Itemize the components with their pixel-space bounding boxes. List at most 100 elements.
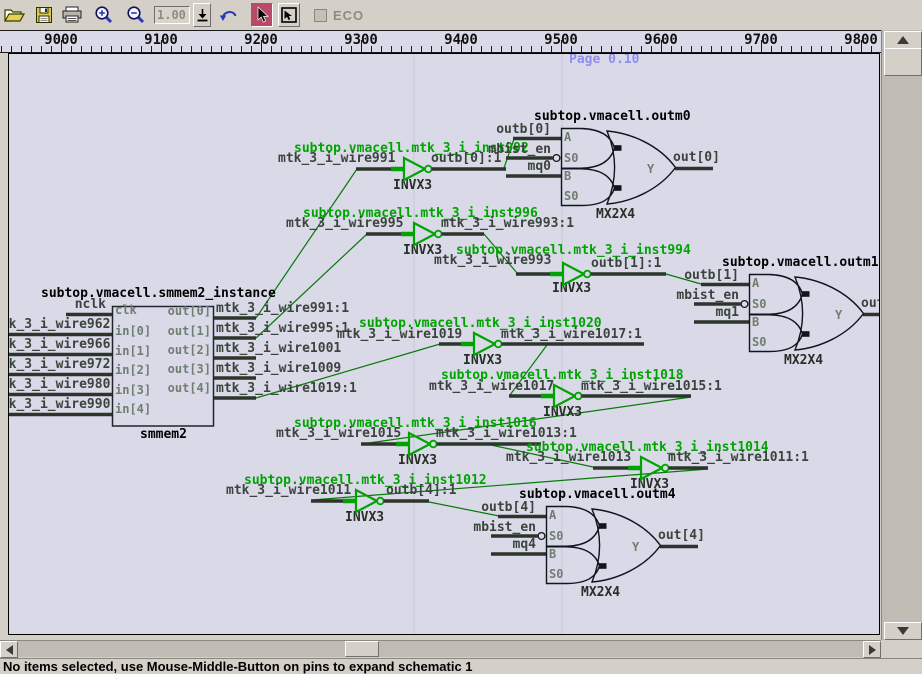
mux-pin[interactable]: A [752, 276, 760, 290]
scroll-up-button[interactable] [884, 31, 922, 49]
mux-pin[interactable]: Y [647, 162, 655, 176]
net-label[interactable]: mbist_en [676, 288, 739, 303]
block-pin[interactable]: out[4] [168, 381, 211, 395]
net-label[interactable]: mtk_3_i_wire990 [9, 397, 111, 412]
inverter-bubble[interactable] [435, 231, 442, 238]
mux-pin[interactable]: A [549, 508, 557, 522]
net-label[interactable]: mtk_3_i_wire972 [9, 357, 110, 372]
net-label[interactable]: nclk [75, 297, 106, 312]
net-label[interactable]: out[4] [658, 528, 705, 543]
schematic-canvas[interactable]: Page 0.10 subtop.vmacell.smmem2_instance… [8, 53, 880, 635]
scroll-left-button[interactable] [0, 641, 18, 658]
mux-pin[interactable]: S0 [752, 335, 766, 349]
net-label[interactable]: mtk_3_i_wire962 [9, 317, 110, 332]
net-label[interactable]: mtk_3_i_wire993:1 [441, 216, 574, 231]
inverter-bubble[interactable] [584, 271, 591, 278]
net-label[interactable]: mtk_3_i_wire991:1 [216, 301, 349, 316]
mux-pin[interactable]: Y [835, 308, 843, 322]
net-label[interactable]: outb[1] [684, 268, 739, 283]
mux-pin[interactable]: S0 [564, 189, 578, 203]
mux-s0-bubble[interactable] [553, 155, 560, 162]
undo-button[interactable] [217, 3, 241, 27]
mux-pin[interactable]: B [752, 315, 759, 329]
scroll-right-button[interactable] [863, 641, 881, 658]
net-label[interactable]: mtk_3_i_wire991 [278, 151, 396, 166]
net-label[interactable]: mtk_3_i_wire1019 [337, 327, 462, 342]
trace-pointer-button[interactable] [278, 3, 300, 27]
zoom-in-button[interactable] [92, 3, 116, 27]
mux-pin[interactable]: S0 [549, 529, 563, 543]
mux-or-body[interactable] [795, 277, 864, 350]
inverter-symbol[interactable] [641, 457, 662, 479]
net-label[interactable]: out[0] [673, 150, 720, 165]
net-label[interactable]: mtk_3_i_wire1017 [429, 379, 554, 394]
zoom-out-button[interactable] [124, 3, 148, 27]
net-label[interactable]: mtk_3_i_wire1013 [506, 450, 631, 465]
block-pin[interactable]: out[2] [168, 343, 211, 357]
inverter-symbol[interactable] [356, 490, 377, 512]
net-label[interactable]: mq1 [716, 305, 740, 320]
mux-pin[interactable]: B [549, 547, 556, 561]
instance-title[interactable]: subtop.vmacell.outm1 [722, 255, 879, 270]
mux-or-body[interactable] [592, 509, 661, 582]
vertical-scroll-thumb[interactable] [884, 48, 922, 76]
block-pin[interactable]: out[0] [168, 304, 211, 318]
block-pin[interactable]: in[0] [115, 324, 151, 338]
mux-or-body[interactable] [607, 131, 676, 204]
net-label[interactable]: outb[4] [481, 500, 536, 515]
print-button[interactable] [60, 3, 84, 27]
inverter-bubble[interactable] [495, 341, 502, 348]
inverter-bubble[interactable] [377, 498, 384, 505]
mux-pin[interactable]: S0 [752, 297, 766, 311]
vertical-scrollbar[interactable] [881, 30, 922, 640]
net-label[interactable]: outb[1]:1 [591, 256, 662, 271]
mux-pin[interactable]: B [564, 169, 571, 183]
block-pin[interactable]: in[3] [115, 383, 151, 397]
inverter-bubble[interactable] [575, 393, 582, 400]
net-label[interactable]: mtk_3_i_wire1015:1 [581, 379, 722, 394]
block-pin[interactable]: in[1] [115, 344, 151, 358]
net-label[interactable]: mtk_3_i_wire980 [9, 377, 111, 392]
horizontal-scroll-thumb[interactable] [345, 641, 379, 657]
horizontal-scrollbar[interactable] [0, 640, 881, 657]
scroll-down-button[interactable] [884, 622, 922, 640]
block-pin[interactable]: clk [115, 303, 137, 317]
net-label[interactable]: mtk_3_i_wire995:1 [216, 321, 349, 336]
net-label[interactable]: outb[0] [496, 122, 551, 137]
mux-s0-bubble[interactable] [538, 533, 545, 540]
block-pin[interactable]: in[2] [115, 363, 151, 377]
net-label[interactable]: mbist_en [488, 142, 551, 157]
block-pin[interactable]: out[3] [168, 362, 211, 376]
net-label[interactable]: mtk_3_i_wire1015 [276, 426, 401, 441]
net-label[interactable]: mtk_3_i_wire1011 [226, 483, 351, 498]
inverter-bubble[interactable] [425, 166, 432, 173]
net-label[interactable]: mtk_3_i_wire1009 [216, 361, 341, 376]
net-label[interactable]: mq0 [528, 159, 552, 174]
mux-pin[interactable]: A [564, 130, 572, 144]
mux-pin[interactable]: S0 [549, 567, 563, 581]
inverter-symbol[interactable] [554, 385, 575, 407]
inverter-symbol[interactable] [414, 223, 435, 245]
net-label[interactable]: out[1] [861, 296, 879, 311]
open-button[interactable] [2, 3, 26, 27]
select-pointer-button[interactable] [251, 3, 273, 27]
mux-pin[interactable]: S0 [564, 151, 578, 165]
block-pin[interactable]: in[4] [115, 402, 151, 416]
mux-pin[interactable]: Y [632, 540, 640, 554]
net-label[interactable]: mq4 [513, 537, 537, 552]
net-label[interactable]: outb[4]:1 [386, 483, 457, 498]
mux-s0-bubble[interactable] [741, 301, 748, 308]
net-label[interactable]: mtk_3_i_wire1001 [216, 341, 341, 356]
inverter-bubble[interactable] [662, 465, 669, 472]
zoom-fit-button[interactable] [193, 3, 211, 27]
net-label[interactable]: mtk_3_i_wire1019:1 [216, 381, 357, 396]
net-label[interactable]: mtk_3_i_wire1013:1 [436, 426, 577, 441]
save-button[interactable] [32, 3, 56, 27]
instance-title[interactable]: subtop.vmacell.outm0 [534, 109, 691, 124]
net-label[interactable]: mtk_3_i_wire966 [9, 337, 111, 352]
eco-checkbox[interactable] [314, 9, 327, 22]
schematic-svg[interactable]: Page 0.10 subtop.vmacell.smmem2_instance… [9, 54, 879, 634]
net-label[interactable]: mtk_3_i_wire995 [286, 216, 403, 231]
inverter-bubble[interactable] [430, 441, 437, 448]
instance-title[interactable]: subtop.vmacell.outm4 [519, 487, 676, 502]
